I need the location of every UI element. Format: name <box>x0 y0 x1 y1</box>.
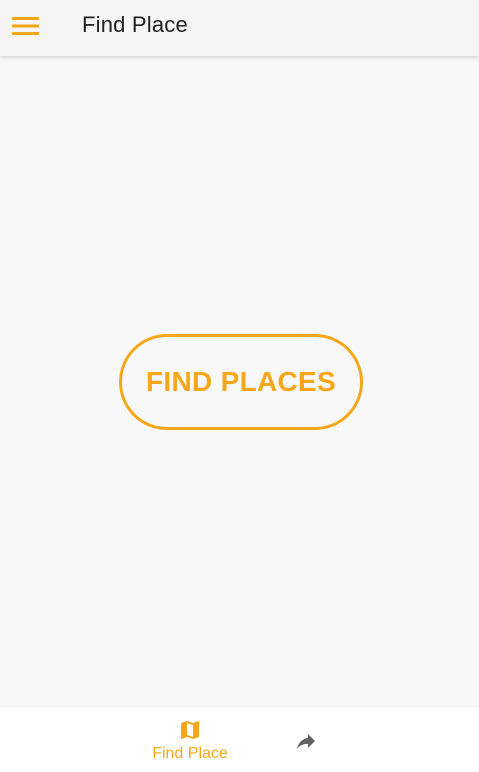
app-root: Find Place FIND PLACES Find Place <box>0 0 479 772</box>
main-content: FIND PLACES <box>0 56 479 706</box>
nav-item-find-place[interactable]: Find Place <box>140 707 240 772</box>
share-icon <box>297 734 315 749</box>
bottom-navigation: Find Place <box>0 706 479 772</box>
find-places-button[interactable]: FIND PLACES <box>119 334 363 430</box>
nav-item-share[interactable] <box>282 707 330 772</box>
map-icon <box>181 721 199 739</box>
menu-button[interactable] <box>6 6 46 46</box>
page-title: Find Place <box>82 12 188 37</box>
nav-item-label: Find Place <box>152 745 228 762</box>
hamburger-menu-icon <box>12 17 39 35</box>
app-toolbar: Find Place <box>0 0 479 56</box>
